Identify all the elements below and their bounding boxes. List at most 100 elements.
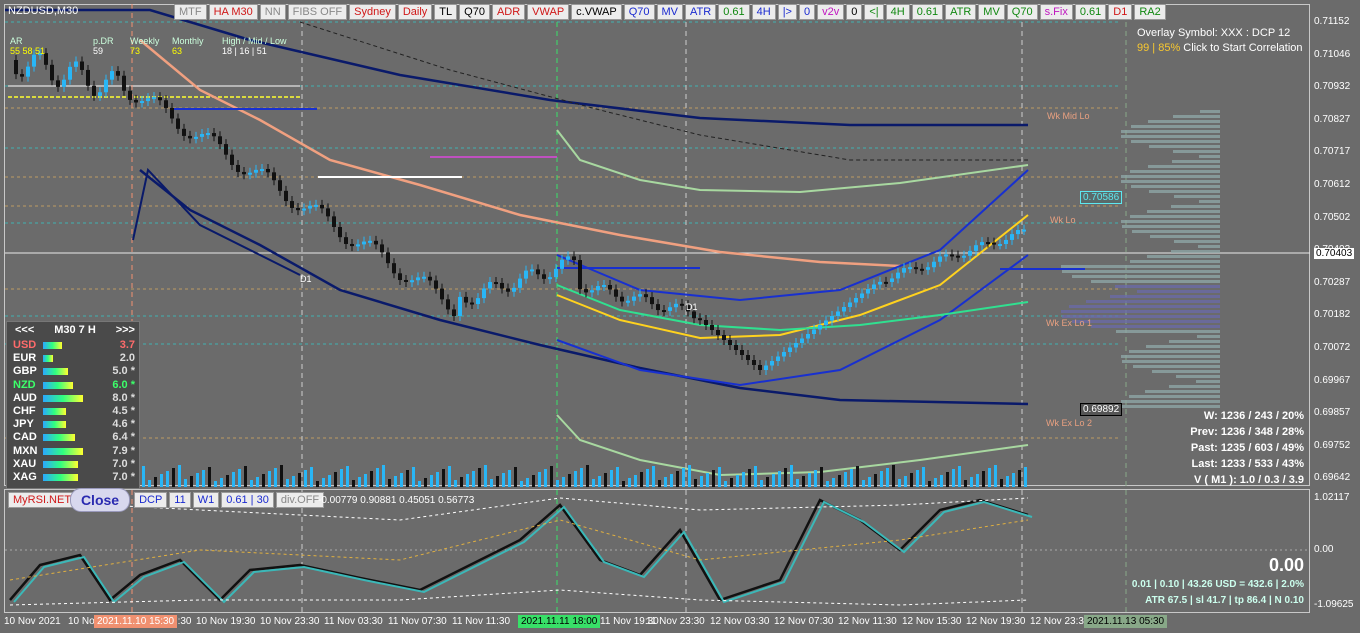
strength-next-button[interactable]: >>> (116, 324, 135, 336)
candle-body (698, 318, 702, 321)
currency-name: GBP (13, 365, 37, 378)
toolbar-0-61-button[interactable]: 0.61 (911, 4, 944, 20)
candle-body (404, 279, 408, 282)
strength-row-xau[interactable]: XAU 7.0 * (13, 458, 137, 471)
toolbar-mtf-button[interactable]: MTF (174, 4, 207, 20)
strength-bar (43, 460, 78, 468)
volume-bar (250, 480, 253, 487)
strength-row-chf[interactable]: CHF 4.5 * (13, 405, 137, 418)
stats-prev: Prev: 1236 / 348 / 28% (1190, 426, 1304, 438)
overlay-correlation[interactable]: 99 | 85% Click to Start Correlation (1137, 42, 1303, 54)
rsi-myrsi-net-button[interactable]: MyRSI.NET (8, 492, 77, 508)
correlation-link[interactable]: Click to Start Correlation (1183, 42, 1302, 54)
toolbar-4h-button[interactable]: 4H (885, 4, 910, 20)
candle-body (482, 288, 486, 299)
volume-profile-bar (1197, 335, 1220, 338)
toolbar-adr-button[interactable]: ADR (491, 4, 526, 20)
strength-row-cad[interactable]: CAD 6.4 * (13, 431, 137, 444)
toolbar-sydney-button[interactable]: Sydney (349, 4, 396, 20)
volume-bar (358, 477, 361, 487)
toolbar-tl-button[interactable]: TL (434, 4, 458, 20)
volume-bar (790, 465, 793, 487)
toolbar-mv-button[interactable]: MV (978, 4, 1005, 20)
rsi-dcp-button[interactable]: DCP (134, 492, 168, 508)
toolbar-atr-button[interactable]: ATR (945, 4, 977, 20)
toolbar-0-button[interactable]: 0 (798, 4, 816, 20)
strength-row-mxn[interactable]: MXN 7.9 * (13, 445, 137, 458)
candle-body (734, 345, 738, 350)
currency-name: MXN (13, 444, 38, 457)
toolbar--button[interactable]: |> (777, 4, 797, 20)
candle-body (1022, 229, 1026, 232)
candle-body (956, 255, 960, 258)
candle-body (896, 272, 900, 279)
volume-bar (886, 468, 889, 487)
candle-body (770, 361, 774, 366)
volume-bar (172, 468, 175, 487)
toolbar--button[interactable]: <| (864, 4, 884, 20)
toolbar-nn-button[interactable]: NN (259, 4, 286, 20)
rsi-0-61-30-button[interactable]: 0.61 | 30 (221, 492, 274, 508)
candle-body (398, 273, 402, 280)
volume-bar (532, 475, 535, 487)
candle-body (260, 168, 264, 171)
volume-profile-bar (1146, 345, 1220, 348)
toolbar-4h-button[interactable]: 4H (751, 4, 776, 20)
close-button[interactable]: Close (70, 488, 130, 512)
candle-body (836, 311, 840, 316)
price-tick-label: 0.70182 (1314, 309, 1351, 321)
wk-mid-lo-label: Wk Mid Lo (1047, 111, 1090, 121)
toolbar-daily-button[interactable]: Daily (397, 4, 433, 20)
volume-bar (1012, 473, 1015, 487)
candle-body (338, 227, 342, 238)
strength-row-aud[interactable]: AUD 8.0 * (13, 392, 137, 405)
rsi-11-button[interactable]: 11 (169, 492, 191, 508)
time-tick-label: 12 Nov 11:30 (838, 616, 897, 627)
candle-body (386, 252, 390, 264)
toolbar-0-61-button[interactable]: 0.61 (1074, 4, 1107, 20)
rsi-div-off-button[interactable]: div.OFF (275, 492, 325, 508)
volume-bar (280, 465, 283, 487)
strength-row-gbp[interactable]: GBP 5.0 * (13, 365, 137, 378)
toolbar-q70-button[interactable]: Q70 (623, 4, 655, 20)
volume-bar (892, 465, 895, 487)
time-tick-label: 10 Nov 2021 (4, 616, 61, 627)
toolbar-v2v-button[interactable]: v2v (817, 4, 845, 20)
volume-bar (934, 478, 937, 487)
toolbar-mv-button[interactable]: MV (656, 4, 684, 20)
toolbar-atr-button[interactable]: ATR (685, 4, 717, 20)
wk-ex-lo-1-label: Wk Ex Lo 1 (1046, 318, 1093, 328)
toolbar-ha-m30-button[interactable]: HA M30 (208, 4, 258, 20)
toolbar-s-fix-button[interactable]: s.Fix (1039, 4, 1073, 20)
toolbar-d1-button[interactable]: D1 (1108, 4, 1133, 20)
toolbar-fibs-off-button[interactable]: FIBS OFF (287, 4, 348, 20)
candle-body (416, 277, 420, 281)
strength-row-nzd[interactable]: NZD 6.0 * (13, 379, 137, 392)
volume-bar (406, 470, 409, 487)
strength-row-jpy[interactable]: JPY 4.6 * (13, 418, 137, 431)
strength-row-xag[interactable]: XAG 7.0 * (13, 471, 137, 484)
volume-bar (910, 473, 913, 487)
toolbar-0-61-button[interactable]: 0.61 (718, 4, 750, 20)
toolbar-q70-button[interactable]: Q70 (459, 4, 490, 20)
toolbar-q70-button[interactable]: Q70 (1006, 4, 1038, 20)
rsi-w1-button[interactable]: W1 (192, 492, 220, 508)
stats-volume: V ( M1 ): 1.0 / 0.3 / 3.9 (1193, 474, 1304, 486)
time-highlight-2: 2021.11.11 18:00 (518, 615, 601, 628)
strength-row-eur[interactable]: EUR 2.0 (13, 352, 137, 365)
volume-bar (268, 471, 271, 487)
volume-profile-bar (1133, 365, 1220, 368)
volume-bar (904, 476, 907, 487)
toolbar-ra2-button[interactable]: RA2 (1134, 4, 1166, 20)
strength-row-usd[interactable]: USD 3.7 (13, 339, 137, 352)
strength-prev-button[interactable]: <<< (15, 324, 34, 336)
volume-bar (388, 479, 391, 487)
volume-profile-bar (1131, 185, 1220, 188)
volume-bar (142, 466, 145, 487)
volume-bar (1000, 479, 1003, 487)
toolbar-0-button[interactable]: 0 (846, 4, 863, 20)
risk-info-line: 0.01 | 0.10 | 43.26 USD = 432.6 | 2.0% (1131, 579, 1304, 590)
toolbar-c-vwap-button[interactable]: c.VWAP (571, 4, 622, 20)
volume-bar (922, 467, 925, 487)
toolbar-vwap-button[interactable]: VWAP (527, 4, 570, 20)
